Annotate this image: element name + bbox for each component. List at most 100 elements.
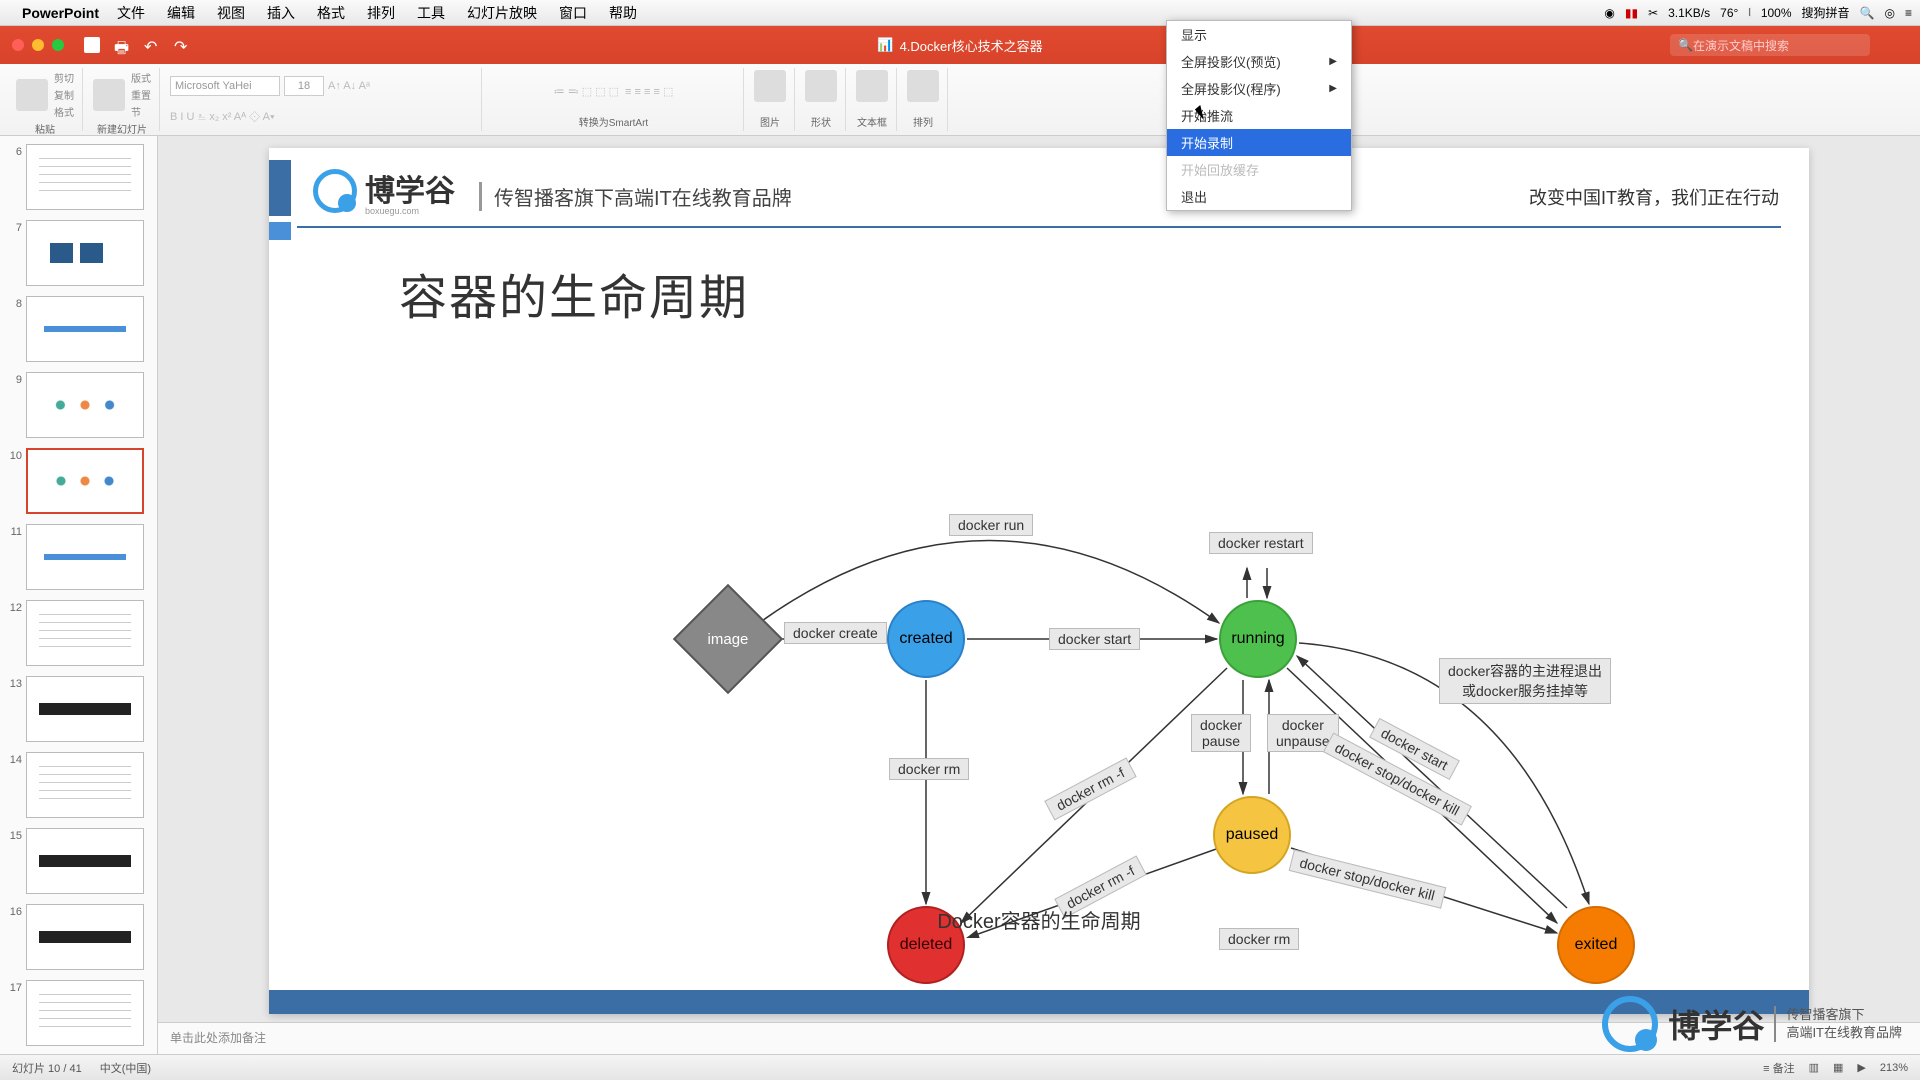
ribbon-arrange[interactable]: 排列	[899, 68, 948, 131]
thumb-13[interactable]	[26, 676, 144, 742]
format-button[interactable]: 格式	[54, 104, 74, 119]
dropdown-preview[interactable]: 全屏投影仪(预览)▶	[1167, 48, 1351, 75]
thumb-row[interactable]: 6	[4, 144, 153, 210]
thumb-14[interactable]	[26, 752, 144, 818]
thumb-17[interactable]	[26, 980, 144, 1046]
dropdown-show[interactable]: 显示	[1167, 21, 1351, 48]
dropdown-record[interactable]: 开始录制	[1167, 129, 1351, 156]
thumb-10[interactable]	[26, 448, 144, 514]
thumb-12[interactable]	[26, 600, 144, 666]
undo-icon[interactable]: ↶	[144, 37, 160, 53]
spotlight-icon[interactable]: 🔍	[1860, 6, 1875, 20]
thumb-row[interactable]: 13	[4, 676, 153, 742]
thumb-7[interactable]	[26, 220, 144, 286]
zoom-button[interactable]	[52, 39, 64, 51]
menu-insert[interactable]: 插入	[267, 3, 295, 23]
thumbnail-panel[interactable]: 678910111213141516171819	[0, 136, 158, 1054]
edge-rmf: docker rm -f	[1044, 758, 1136, 821]
paste-icon[interactable]	[16, 79, 48, 111]
menu-window[interactable]: 窗口	[559, 3, 587, 23]
temp: 76°	[1720, 6, 1738, 20]
menu-file[interactable]: 文件	[117, 3, 145, 23]
wifi-icon[interactable]: ⧙	[1748, 5, 1751, 20]
app-name[interactable]: PowerPoint	[22, 5, 99, 21]
menu-edit[interactable]: 编辑	[167, 3, 195, 23]
reset-button[interactable]: 重置	[131, 87, 151, 102]
thumb-number: 14	[4, 752, 22, 766]
notes-toggle[interactable]: ≡ 备注	[1763, 1060, 1794, 1076]
obs-dropdown-menu: 显示 全屏投影仪(预览)▶ 全屏投影仪(程序)▶ 开始推流 开始录制 开始回放缓…	[1166, 20, 1352, 211]
zoom-level[interactable]: 213%	[1880, 1062, 1908, 1074]
print-icon[interactable]: 🖶	[114, 37, 130, 53]
slide-caption: Docker容器的生命周期	[937, 905, 1140, 934]
video-watermark: 博学谷 传智播客旗下高端IT在线教育品牌	[1602, 996, 1902, 1052]
textbox-icon[interactable]	[856, 70, 888, 102]
dropdown-exit[interactable]: 退出	[1167, 183, 1351, 210]
picture-icon[interactable]	[754, 70, 786, 102]
thumb-row[interactable]: 11	[4, 524, 153, 590]
dropdown-program[interactable]: 全屏投影仪(程序)▶	[1167, 75, 1351, 102]
close-button[interactable]	[12, 39, 24, 51]
thumb-row[interactable]: 12	[4, 600, 153, 666]
obs-icon[interactable]: ◉	[1604, 6, 1614, 20]
siri-icon[interactable]: ◎	[1885, 6, 1895, 20]
ribbon-shapes[interactable]: 形状	[797, 68, 846, 131]
window-titlebar: 🖶 ↶ ↷ 📊 4.Docker核心技术之容器 🔍 在演示文稿中搜索	[0, 26, 1920, 64]
thumb-8[interactable]	[26, 296, 144, 362]
menu-help[interactable]: 帮助	[609, 3, 637, 23]
thumb-row[interactable]: 14	[4, 752, 153, 818]
menu-format[interactable]: 格式	[317, 3, 345, 23]
section-button[interactable]: 节	[131, 104, 151, 119]
arrange-icon[interactable]	[907, 70, 939, 102]
thumb-number: 15	[4, 828, 22, 842]
language[interactable]: 中文(中国)	[100, 1060, 151, 1076]
thumb-15[interactable]	[26, 828, 144, 894]
scissors-icon[interactable]: ✂	[1648, 6, 1658, 20]
thumb-9[interactable]	[26, 372, 144, 438]
thumb-11[interactable]	[26, 524, 144, 590]
view-normal-icon[interactable]: ▥	[1809, 1061, 1819, 1074]
ribbon-picture[interactable]: 图片	[746, 68, 795, 131]
thumb-row[interactable]: 10	[4, 448, 153, 514]
thumb-row[interactable]: 16	[4, 904, 153, 970]
view-slideshow-icon[interactable]: ▶	[1857, 1061, 1865, 1074]
thumb-row[interactable]: 7	[4, 220, 153, 286]
thumb-number: 12	[4, 600, 22, 614]
thumb-row[interactable]: 9	[4, 372, 153, 438]
menu-slideshow[interactable]: 幻灯片放映	[467, 3, 537, 23]
copy-button[interactable]: 复制	[54, 87, 74, 102]
quick-access: 🖶 ↶ ↷	[84, 37, 190, 53]
pause-icon[interactable]: ▮▮	[1625, 6, 1638, 20]
accent-bar	[269, 160, 291, 216]
thumb-number: 8	[4, 296, 22, 310]
node-running: running	[1219, 600, 1297, 678]
save-icon[interactable]	[84, 37, 100, 53]
slide-canvas[interactable]: 博学谷boxuegu.com 传智播客旗下高端IT在线教育品牌 改变中国IT教育…	[269, 148, 1809, 1014]
cut-button[interactable]: 剪切	[54, 70, 74, 85]
logo-icon	[313, 169, 357, 213]
edge-create: docker create	[784, 622, 887, 644]
fontsize-input[interactable]: 18	[284, 76, 324, 96]
shapes-icon[interactable]	[805, 70, 837, 102]
view-sorter-icon[interactable]: ▦	[1833, 1061, 1843, 1074]
thumb-16[interactable]	[26, 904, 144, 970]
menu-extra-icon[interactable]: ≡	[1905, 6, 1912, 20]
menu-tools[interactable]: 工具	[417, 3, 445, 23]
minimize-button[interactable]	[32, 39, 44, 51]
search-input[interactable]: 🔍 在演示文稿中搜索	[1670, 34, 1870, 56]
brand-logo: 博学谷boxuegu.com	[313, 166, 455, 216]
thumb-6[interactable]	[26, 144, 144, 210]
redo-icon[interactable]: ↷	[174, 37, 190, 53]
dropdown-stream[interactable]: 开始推流	[1167, 102, 1351, 129]
ime[interactable]: 搜狗拼音	[1802, 4, 1850, 21]
layout-button[interactable]: 版式	[131, 70, 151, 85]
menu-arrange[interactable]: 排列	[367, 3, 395, 23]
font-select[interactable]: Microsoft YaHei	[170, 76, 280, 96]
menu-view[interactable]: 视图	[217, 3, 245, 23]
thumb-row[interactable]: 17	[4, 980, 153, 1046]
newslide-icon[interactable]	[93, 79, 125, 111]
thumb-row[interactable]: 8	[4, 296, 153, 362]
battery: 100%	[1761, 6, 1792, 20]
ribbon-textbox[interactable]: 文本框	[848, 68, 897, 131]
thumb-row[interactable]: 15	[4, 828, 153, 894]
